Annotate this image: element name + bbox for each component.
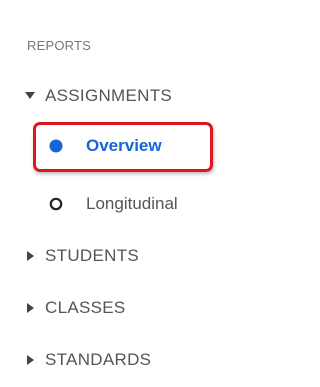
- nav-group-label: ASSIGNMENTS: [45, 86, 173, 105]
- nav-group-label: STUDENTS: [45, 246, 140, 265]
- nav-item-label: Longitudinal: [86, 194, 178, 213]
- caret-right-icon: [25, 303, 35, 313]
- nav-group-label: STANDARDS: [45, 350, 152, 369]
- nav-group-classes[interactable]: CLASSES: [25, 298, 126, 318]
- nav-group-standards[interactable]: STANDARDS: [25, 350, 151, 370]
- section-title: REPORTS: [27, 38, 92, 53]
- nav-group-assignments[interactable]: ASSIGNMENTS: [25, 86, 172, 106]
- caret-right-icon: [25, 251, 35, 261]
- caret-right-icon: [25, 355, 35, 365]
- radio-empty-icon: [49, 197, 63, 211]
- nav-group-students[interactable]: STUDENTS: [25, 246, 139, 266]
- selection-highlight: [33, 122, 213, 172]
- caret-down-icon: [25, 91, 35, 101]
- nav-group-label: CLASSES: [45, 298, 126, 317]
- reports-nav: REPORTS ASSIGNMENTS Overview Longitudina…: [0, 0, 248, 387]
- nav-item-longitudinal[interactable]: Longitudinal: [49, 194, 178, 214]
